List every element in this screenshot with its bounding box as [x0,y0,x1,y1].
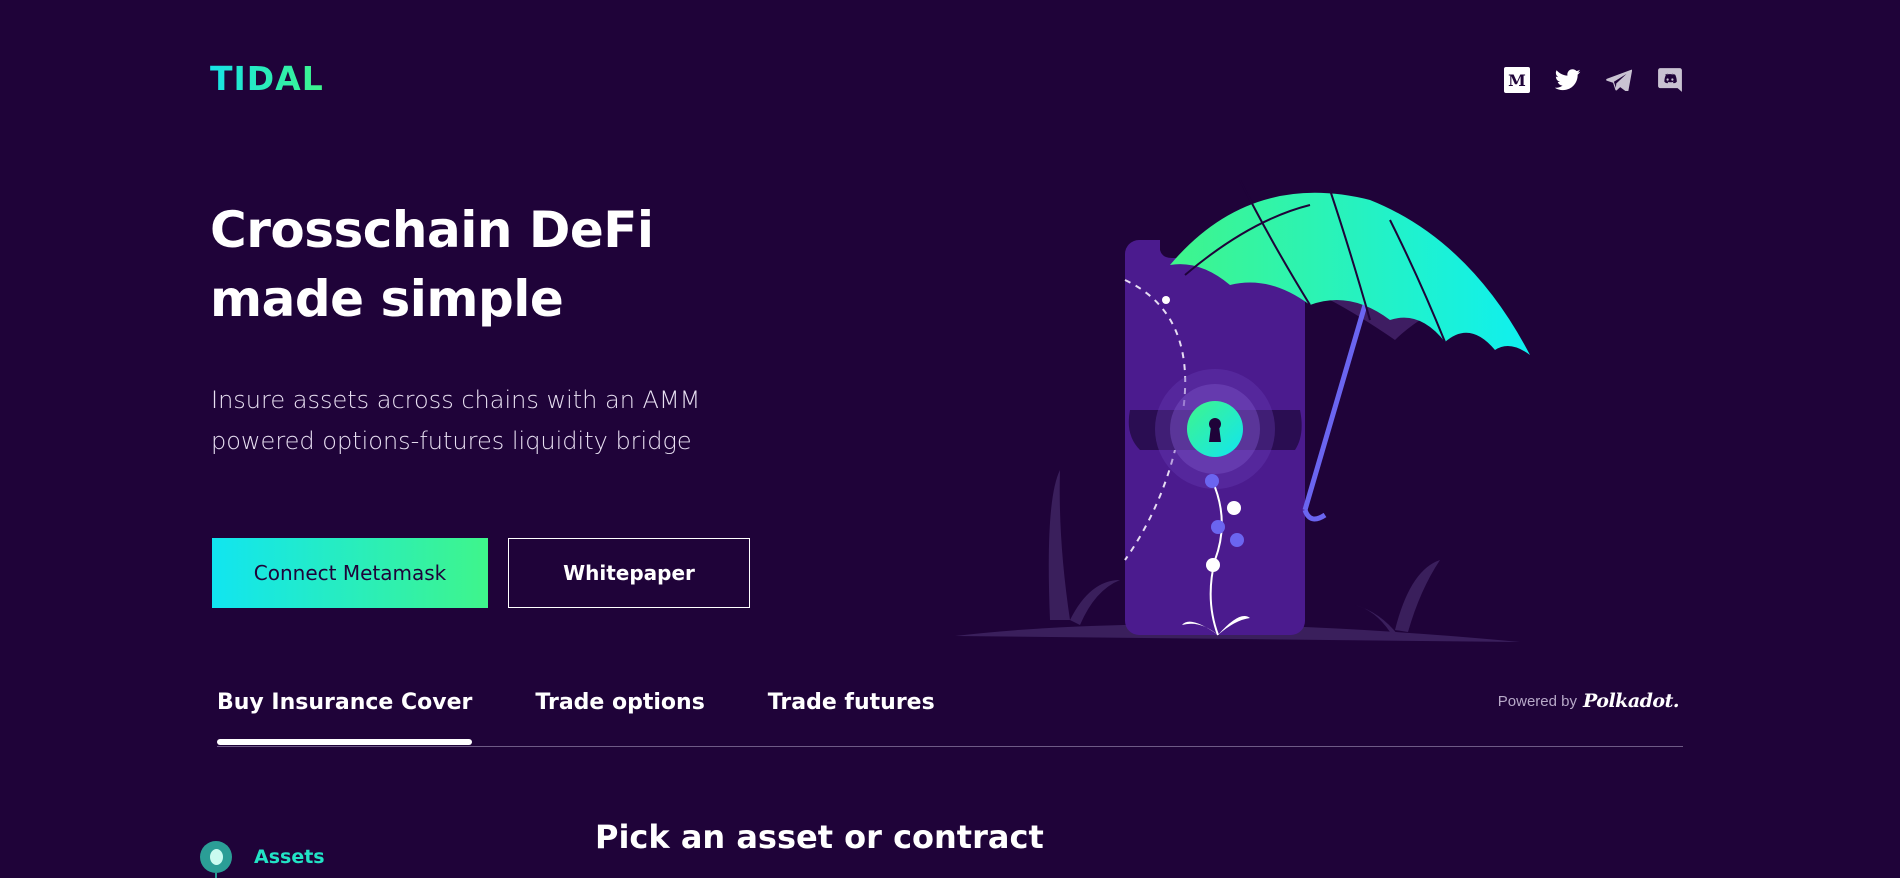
social-links: M [1503,66,1684,94]
powered-by[interactable]: Powered by Polkadot. [1497,690,1680,712]
tab-trade-options[interactable]: Trade options [535,690,704,745]
tab-divider [217,746,1683,747]
hero-subtitle: Insure assets across chains with an AMM … [211,380,771,462]
tab-buy-insurance-cover[interactable]: Buy Insurance Cover [217,690,473,745]
hero-title-line-2: made simple [210,270,564,328]
medium-icon[interactable]: M [1503,66,1531,94]
hero-subtitle-line-1: Insure assets across chains with an AMM [211,386,701,414]
tidal-logo[interactable]: TIDAL [210,62,324,95]
connect-metamask-button[interactable]: Connect Metamask [212,538,488,608]
discord-icon[interactable] [1656,66,1684,94]
twitter-icon[interactable] [1554,66,1582,94]
powered-by-label: Powered by [1497,692,1577,710]
telegram-icon[interactable] [1605,66,1633,94]
umbrella-phone-illustration [955,180,1530,642]
tab-bar: Buy Insurance Cover Trade options Trade … [217,690,935,745]
step-assets[interactable]: Assets [200,841,325,873]
whitepaper-button[interactable]: Whitepaper [508,538,750,608]
hero-title-line-1: Crosschain DeFi [210,201,654,259]
step-connector [215,873,217,878]
step-indicator-icon [200,841,232,873]
section-title: Pick an asset or contract [595,818,1044,856]
polkadot-logo: Polkadot. [1583,690,1680,712]
hero-subtitle-line-2: powered options-futures liquidity bridge [211,427,692,455]
tab-trade-futures[interactable]: Trade futures [768,690,935,745]
step-label: Assets [254,846,325,868]
hero-title: Crosschain DeFi made simple [210,196,770,334]
svg-text:M: M [1508,71,1526,90]
page: TIDAL M Crosschain DeFi made simple Insu… [0,0,1900,878]
